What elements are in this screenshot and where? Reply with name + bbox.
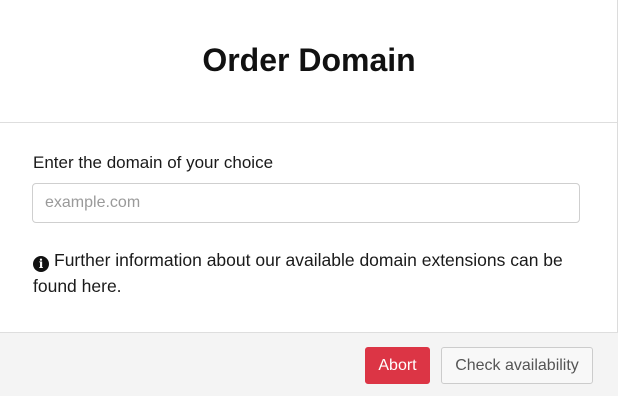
info-message: i Further information about our available… [33,247,583,299]
abort-button[interactable]: Abort [365,347,430,384]
check-availability-button[interactable]: Check availability [441,347,593,384]
modal-body: Enter the domain of your choice iFurther… [0,123,618,332]
info-circle-icon: i [33,256,49,272]
modal-title: Order Domain [202,42,416,78]
modal-footer: Abort Check availability [0,332,618,396]
domain-field-label: Enter the domain of your choice [33,153,274,172]
order-domain-modal: Order Domain Enter the domain of your ch… [0,0,618,396]
domain-input[interactable] [32,183,580,223]
info-message-text: Further information about our available … [33,250,563,296]
modal-header: Order Domain [0,0,618,123]
